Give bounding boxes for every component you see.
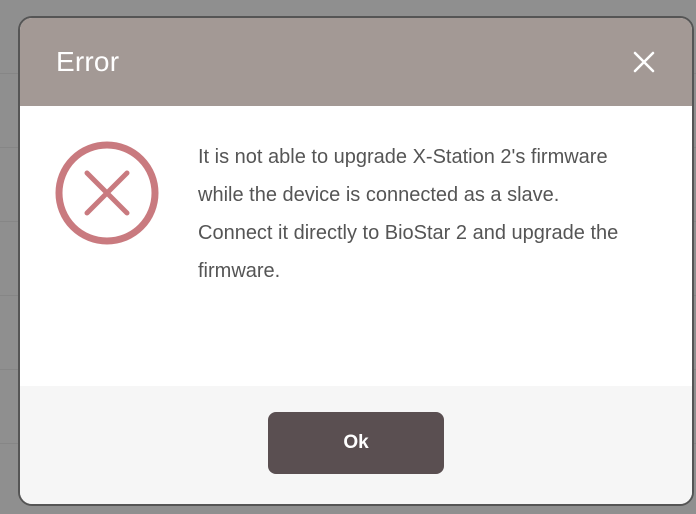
close-button[interactable] [626, 44, 662, 80]
error-dialog: Error It is not able to upgrade X-Statio… [18, 16, 694, 506]
dialog-header: Error [20, 18, 692, 106]
ok-button[interactable]: Ok [268, 412, 444, 474]
error-message: It is not able to upgrade X-Station 2's … [198, 146, 619, 282]
dialog-body: It is not able to upgrade X-Station 2's … [20, 106, 692, 386]
error-circle-x-icon [55, 141, 159, 245]
dialog-footer: Ok [20, 386, 692, 504]
close-icon [633, 51, 655, 73]
dialog-title: Error [56, 46, 120, 77]
